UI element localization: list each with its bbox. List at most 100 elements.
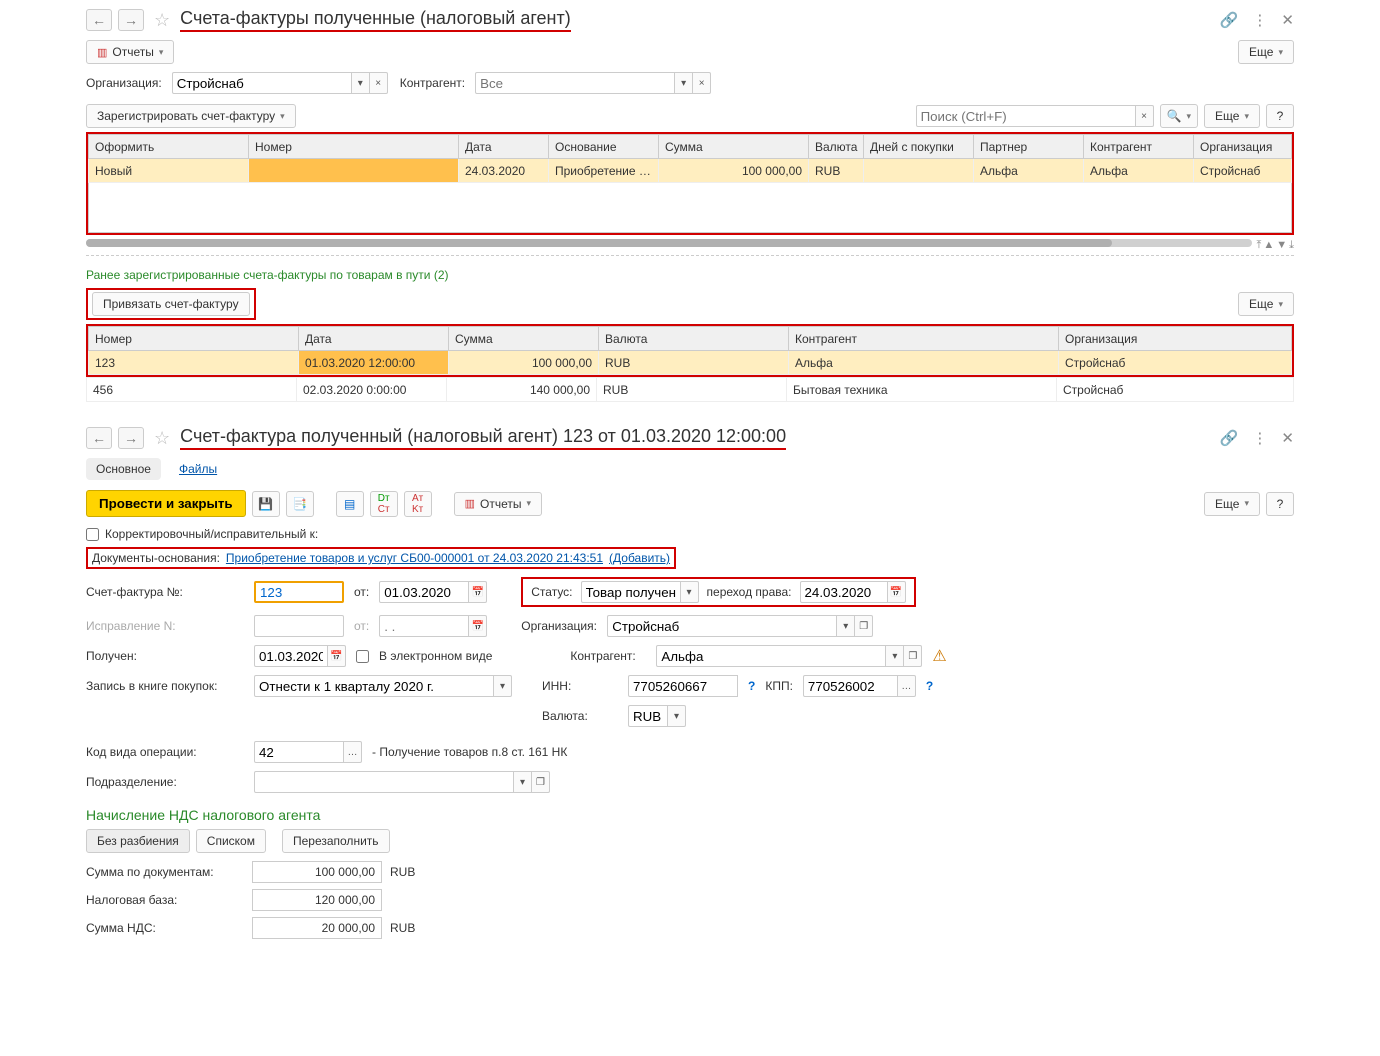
- col2-cur[interactable]: Валюта: [599, 327, 789, 351]
- org-form-dropdown-button[interactable]: ▾: [837, 615, 855, 637]
- dept-input[interactable]: [254, 771, 514, 793]
- contragent-form-input[interactable]: [656, 645, 886, 667]
- contragent-clear-button[interactable]: ×: [693, 72, 711, 94]
- form-more-menu-icon[interactable]: ⋮: [1252, 429, 1267, 447]
- kpp-help-icon[interactable]: ?: [926, 679, 933, 693]
- print-button[interactable]: ▤: [336, 491, 364, 517]
- refill-button[interactable]: Перезаполнить: [282, 829, 390, 853]
- col2-contr[interactable]: Контрагент: [789, 327, 1059, 351]
- table-row[interactable]: [89, 183, 1292, 233]
- col-contragent[interactable]: Контрагент: [1084, 135, 1194, 159]
- dept-open-button[interactable]: ❐: [532, 771, 550, 793]
- status-input[interactable]: [581, 581, 681, 603]
- form-more-button[interactable]: Еще▾: [1204, 492, 1260, 516]
- accounting-button[interactable]: AᴛKᴛ: [404, 491, 432, 517]
- org-form-input[interactable]: [607, 615, 837, 637]
- org-dropdown-button[interactable]: ▾: [352, 72, 370, 94]
- col-days[interactable]: Дней с покупки: [864, 135, 974, 159]
- nav-back-button[interactable]: ←: [86, 9, 112, 31]
- inn-help-icon[interactable]: ?: [748, 679, 755, 693]
- table-row[interactable]: 123 01.03.2020 12:00:00 100 000,00 RUB А…: [89, 351, 1292, 375]
- link-icon[interactable]: 🔗: [1220, 11, 1239, 29]
- docs-add-link[interactable]: (Добавить): [609, 551, 670, 565]
- currency-form-input[interactable]: [628, 705, 668, 727]
- sub-more-button[interactable]: Еще▾: [1204, 104, 1260, 128]
- col-summa[interactable]: Сумма: [659, 135, 809, 159]
- dtkt-button[interactable]: DᴛCᴛ: [370, 491, 398, 517]
- col-data[interactable]: Дата: [459, 135, 549, 159]
- form-link-icon[interactable]: 🔗: [1220, 429, 1239, 447]
- sf-date-picker-button[interactable]: 📅: [469, 581, 487, 603]
- currency-dropdown-button[interactable]: ▾: [668, 705, 686, 727]
- list-button[interactable]: Списком: [196, 829, 266, 853]
- col-valuta[interactable]: Валюта: [809, 135, 864, 159]
- dept-dropdown-button[interactable]: ▾: [514, 771, 532, 793]
- col2-sum[interactable]: Сумма: [449, 327, 599, 351]
- col2-org[interactable]: Организация: [1059, 327, 1292, 351]
- col-osnovanie[interactable]: Основание: [549, 135, 659, 159]
- correction-checkbox[interactable]: [86, 528, 99, 541]
- search-button[interactable]: 🔍▾: [1160, 104, 1198, 128]
- nav-forward-button[interactable]: →: [118, 9, 144, 31]
- kpp-more-button[interactable]: …: [898, 675, 916, 697]
- nosplit-button[interactable]: Без разбиения: [86, 829, 190, 853]
- col2-num[interactable]: Номер: [89, 327, 299, 351]
- opcode-more-button[interactable]: …: [344, 741, 362, 763]
- contragent-form-open-button[interactable]: ❐: [904, 645, 922, 667]
- table-row[interactable]: Новый 24.03.2020 Приобретение т... 100 0…: [89, 159, 1292, 183]
- col2-date[interactable]: Дата: [299, 327, 449, 351]
- form-nav-forward-button[interactable]: →: [118, 427, 144, 449]
- table2-more-button[interactable]: Еще▾: [1238, 292, 1294, 316]
- docs-link[interactable]: Приобретение товаров и услуг СБ00-000001…: [226, 551, 603, 565]
- form-reports-button[interactable]: ▥ Отчеты ▾: [454, 492, 542, 516]
- more-menu-icon[interactable]: ⋮: [1252, 11, 1267, 29]
- form-help-button[interactable]: ?: [1266, 492, 1294, 516]
- post-and-close-button[interactable]: Провести и закрыть: [86, 490, 246, 517]
- kpp-input[interactable]: [803, 675, 898, 697]
- form-favorite-icon[interactable]: ☆: [154, 428, 170, 449]
- org-form-open-button[interactable]: ❐: [855, 615, 873, 637]
- contragent-form-dropdown-button[interactable]: ▾: [886, 645, 904, 667]
- save-button[interactable]: 💾: [252, 491, 280, 517]
- contragent-filter-input[interactable]: [475, 72, 675, 94]
- favorite-icon[interactable]: ☆: [154, 10, 170, 31]
- search-clear-button[interactable]: ×: [1136, 105, 1154, 127]
- col-org[interactable]: Организация: [1194, 135, 1292, 159]
- received-date-picker-button[interactable]: 📅: [328, 645, 346, 667]
- inn-input[interactable]: [628, 675, 738, 697]
- tab-main[interactable]: Основное: [86, 458, 161, 480]
- close-icon[interactable]: ✕: [1281, 11, 1294, 29]
- table-row[interactable]: 456 02.03.2020 0:00:00 140 000,00 RUB Бы…: [87, 378, 1294, 402]
- electronic-checkbox[interactable]: [356, 650, 369, 663]
- top-more-button[interactable]: Еще ▾: [1238, 40, 1294, 64]
- form-nav-back-button[interactable]: ←: [86, 427, 112, 449]
- h-scrollbar[interactable]: [86, 239, 1252, 247]
- post-button[interactable]: 📑: [286, 491, 314, 517]
- col-nomer[interactable]: Номер: [249, 135, 459, 159]
- col-partner[interactable]: Партнер: [974, 135, 1084, 159]
- org-clear-button[interactable]: ×: [370, 72, 388, 94]
- status-dropdown-button[interactable]: ▾: [681, 581, 699, 603]
- help-button[interactable]: ?: [1266, 104, 1294, 128]
- transfer-date-picker-button[interactable]: 📅: [888, 581, 906, 603]
- org-filter-input[interactable]: [172, 72, 352, 94]
- book-dropdown-button[interactable]: ▾: [494, 675, 512, 697]
- bind-invoice-button[interactable]: Привязать счет-фактуру: [92, 292, 250, 316]
- table-nav-down[interactable]: ▼: [1276, 239, 1287, 251]
- sf-date-input[interactable]: [379, 581, 469, 603]
- contragent-dropdown-button[interactable]: ▾: [675, 72, 693, 94]
- reports-button[interactable]: ▥ Отчеты ▾: [86, 40, 174, 64]
- register-invoice-button[interactable]: Зарегистрировать счет-фактуру ▾: [86, 104, 296, 128]
- transfer-date-input[interactable]: [800, 581, 888, 603]
- table-nav-up[interactable]: ▲: [1263, 239, 1274, 251]
- book-input[interactable]: [254, 675, 494, 697]
- col-oformit[interactable]: Оформить: [89, 135, 249, 159]
- form-close-icon[interactable]: ✕: [1281, 429, 1294, 447]
- table-nav-last[interactable]: ⤓: [1289, 239, 1294, 252]
- opcode-input[interactable]: [254, 741, 344, 763]
- tab-files[interactable]: Файлы: [173, 458, 223, 480]
- received-date-input[interactable]: [254, 645, 328, 667]
- table-nav-first[interactable]: ⤒: [1256, 239, 1261, 252]
- search-input[interactable]: [916, 105, 1136, 127]
- sf-num-input[interactable]: [254, 581, 344, 603]
